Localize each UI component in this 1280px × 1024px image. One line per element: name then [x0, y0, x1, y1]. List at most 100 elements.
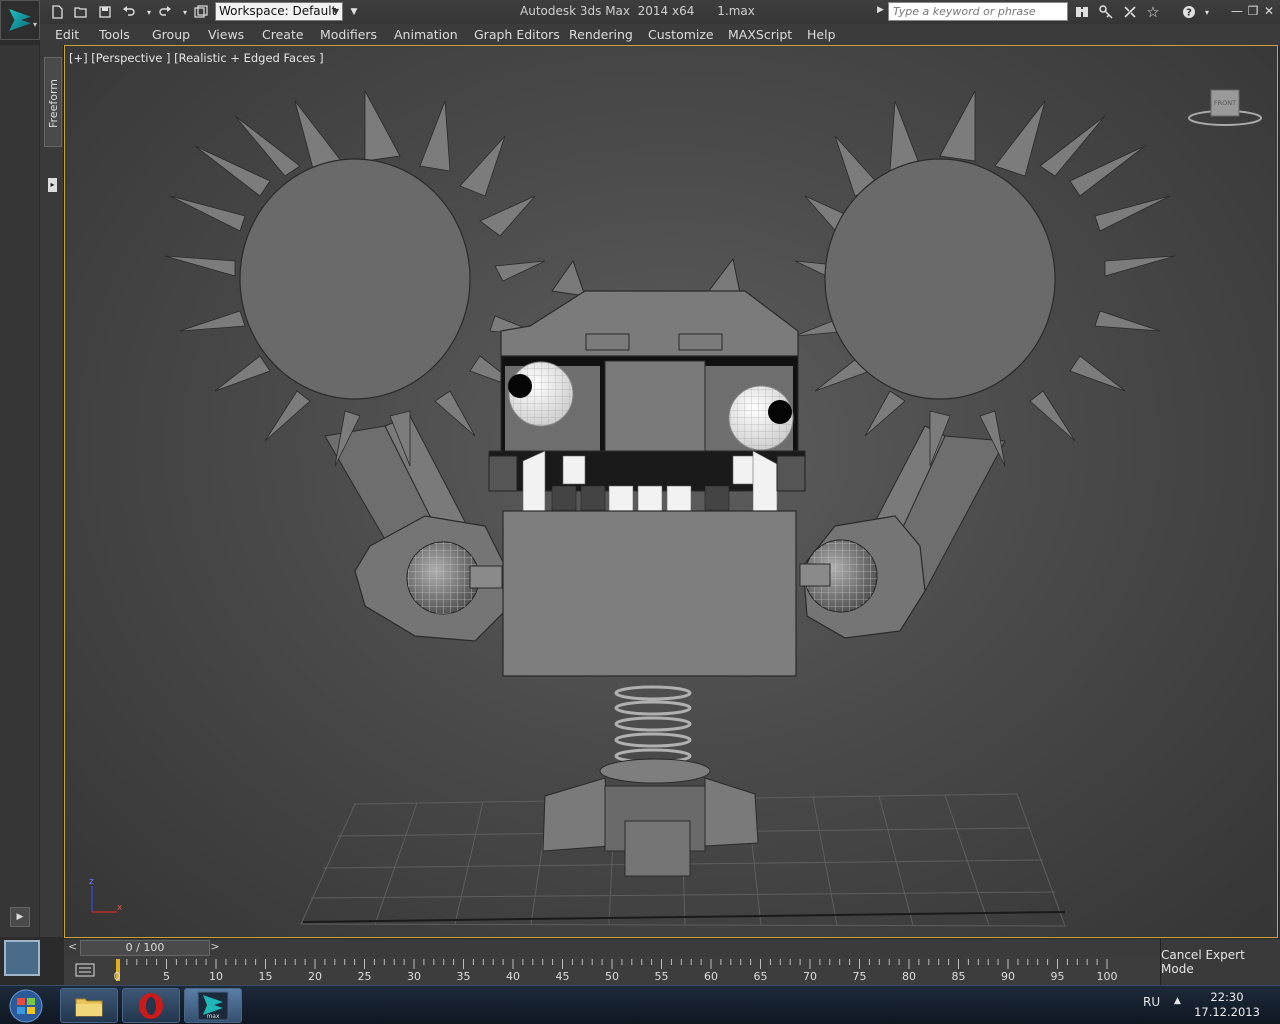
tab-freeform[interactable]: Freeform: [44, 57, 62, 147]
windows-taskbar: max RU ▲ 22:30 17.12.2013: [0, 985, 1280, 1024]
play-icon[interactable]: ▶: [10, 907, 30, 927]
track-bar[interactable]: 0 5 10 15 20 25 30 35 40 45 50 55 60 65 70 75 80 85 90 95 10…: [64, 957, 1160, 985]
chevron-down-icon: ▼: [332, 7, 339, 16]
ribbon-strip: [0, 45, 40, 937]
help-icon[interactable]: ?: [1180, 3, 1198, 21]
menu-group[interactable]: Group: [152, 27, 190, 42]
tools-icon[interactable]: [1121, 3, 1139, 21]
frame-tick-label: 30: [407, 970, 421, 983]
frame-tick-label: 75: [852, 970, 867, 983]
frame-tick-label: 40: [506, 970, 520, 983]
workspace-label: Workspace: Default: [219, 4, 337, 18]
menu-maxscript[interactable]: MAXScript: [728, 27, 792, 42]
menu-edit[interactable]: Edit: [55, 27, 79, 42]
frame-tick-label: 15: [258, 970, 273, 983]
left-saw-arm: [324, 415, 506, 642]
redo-icon[interactable]: [156, 3, 174, 21]
frame-tick-label: 80: [902, 970, 916, 983]
viewcube-icon[interactable]: FRONT: [1185, 86, 1265, 136]
floor-grid-axis: [302, 911, 1066, 923]
window-title: Autodesk 3ds Max 2014 x64 1.max: [520, 4, 755, 18]
robot-head: [488, 257, 806, 512]
frame-tick-label: 25: [357, 970, 372, 983]
time-slider[interactable]: 0 / 100: [80, 940, 210, 956]
chevron-down-icon: ▾: [32, 20, 37, 29]
menu-help[interactable]: Help: [807, 27, 836, 42]
language-indicator[interactable]: RU: [1143, 995, 1160, 1009]
axis-x-label: x: [117, 903, 123, 913]
frame-tick-label: 50: [605, 970, 619, 983]
frame-tick-label: 65: [753, 970, 768, 983]
panel-toggle-icon[interactable]: ▸: [48, 178, 57, 192]
axis-tripod: z x: [89, 877, 123, 913]
menu-modifiers[interactable]: Modifiers: [320, 27, 377, 42]
time-slider-prev-button[interactable]: <: [68, 940, 77, 953]
search-input[interactable]: Type a keyword or phrase: [888, 2, 1068, 21]
frame-tick-label: 5: [163, 970, 170, 983]
search-expand-icon[interactable]: ▶: [877, 5, 884, 15]
menu-graph-editors[interactable]: Graph Editors: [474, 27, 560, 42]
time-slider-next-button[interactable]: >: [209, 940, 221, 953]
frame-tick-label: 100: [1096, 970, 1118, 983]
cancel-expert-mode-button[interactable]: Cancel Expert Mode: [1160, 939, 1280, 985]
taskbar-explorer-button[interactable]: [60, 988, 118, 1023]
app-menu-button[interactable]: ▾: [0, 0, 40, 40]
binoculars-icon[interactable]: [1073, 3, 1091, 21]
frame-tick-label: 90: [1001, 970, 1015, 983]
viewcube-face-label: FRONT: [1214, 99, 1236, 107]
right-saw-disc: [824, 158, 1056, 400]
menu-views[interactable]: Views: [208, 27, 244, 42]
app-window: ▾ ▾ ▾ Workspace: Default ▼ ▼ Autodesk 3d…: [0, 0, 1280, 1024]
right-saw-arm: [799, 425, 1006, 639]
save-icon[interactable]: [96, 3, 114, 21]
menu-animation[interactable]: Animation: [394, 27, 458, 42]
tray-clock[interactable]: 22:30 17.12.2013: [1192, 990, 1262, 1020]
menu-tools[interactable]: Tools: [99, 27, 130, 42]
star-icon[interactable]: ☆: [1144, 3, 1162, 21]
folder-icon: [75, 998, 103, 1016]
viewport-label-menu[interactable]: [+] [Perspective ] [Realistic + Edged Fa…: [69, 51, 324, 65]
axis-z-label: z: [89, 877, 94, 887]
frame-tick-label: 35: [456, 970, 471, 983]
quick-access-dropdown-icon[interactable]: ▼: [345, 3, 363, 21]
project-folder-icon[interactable]: [192, 3, 210, 21]
restore-button[interactable]: ❐: [1246, 4, 1260, 18]
close-button[interactable]: ✕: [1262, 4, 1276, 18]
frame-tick-label: 0: [113, 970, 121, 983]
taskbar-3dsmax-button[interactable]: max: [184, 988, 242, 1023]
frame-tick-label: 85: [951, 970, 966, 983]
mini-viewport-button[interactable]: [4, 940, 40, 976]
scene-3d-model: z x: [89, 90, 1176, 927]
max-app-label: max: [206, 1013, 220, 1020]
frame-tick-label: 10: [209, 970, 223, 983]
menu-bar: Edit Tools Group Views Create Modifiers …: [40, 24, 1280, 45]
menu-rendering[interactable]: Rendering: [569, 27, 633, 42]
new-file-icon[interactable]: [48, 3, 66, 21]
max-logo-icon: [9, 9, 31, 31]
menu-customize[interactable]: Customize: [648, 27, 714, 42]
spring: [614, 685, 692, 764]
frame-tick-label: 45: [555, 970, 570, 983]
tab-freeform-label: Freeform: [47, 79, 60, 128]
svg-text:?: ?: [1186, 8, 1192, 19]
help-dropdown-icon[interactable]: ▾: [1198, 3, 1216, 21]
frame-tick-label: 70: [803, 970, 817, 983]
spring-base: [542, 758, 759, 877]
menu-create[interactable]: Create: [262, 27, 304, 42]
tray-expand-icon[interactable]: ▲: [1174, 996, 1181, 1006]
workspace-dropdown[interactable]: Workspace: Default ▼: [215, 2, 343, 21]
frame-tick-label: 95: [1050, 970, 1065, 983]
mini-curve-editor-icon[interactable]: [74, 962, 96, 978]
ribbon-panel: Freeform ▸ ▶: [0, 45, 64, 937]
undo-icon[interactable]: [120, 3, 138, 21]
opera-icon: [139, 992, 163, 1019]
open-folder-icon[interactable]: [72, 3, 90, 21]
start-button[interactable]: [3, 988, 49, 1024]
left-saw-disc: [239, 158, 471, 400]
perspective-viewport[interactable]: z x [+] [Perspective ] [Realistic + Edge…: [64, 45, 1278, 938]
taskbar-opera-button[interactable]: [122, 988, 180, 1023]
key-icon[interactable]: [1097, 3, 1115, 21]
clock-date: 17.12.2013: [1194, 1005, 1260, 1019]
frame-tick-label: 55: [654, 970, 669, 983]
minimize-button[interactable]: —: [1230, 4, 1244, 18]
